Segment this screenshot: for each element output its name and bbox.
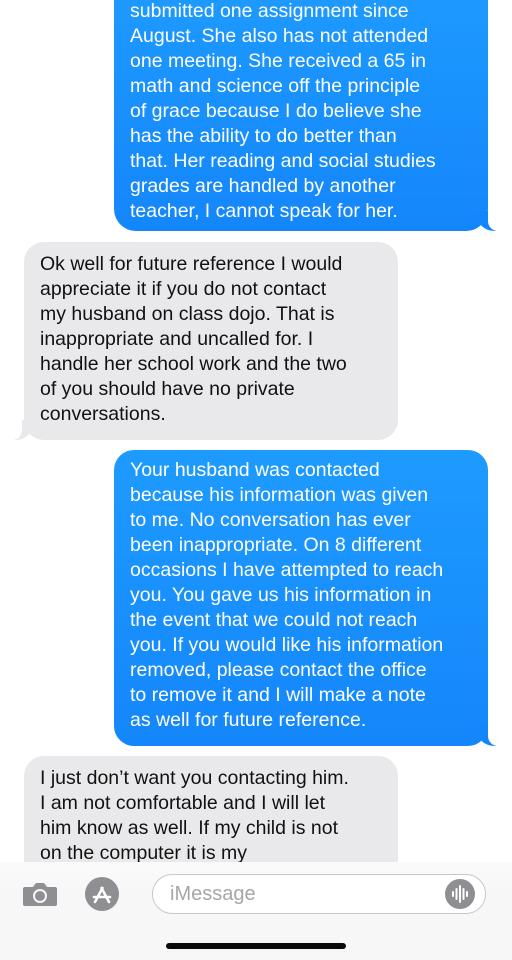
audio-waveform-icon (452, 885, 468, 903)
camera-button[interactable] (22, 880, 58, 908)
sent-bubble-tail (478, 209, 508, 231)
imessage-input[interactable]: iMessage (152, 874, 486, 914)
home-indicator[interactable] (166, 943, 346, 949)
app-store-button[interactable] (84, 876, 120, 912)
sent-message-bubble[interactable]: Your husband was contacted because his i… (114, 450, 488, 746)
camera-icon (23, 883, 57, 906)
message-thread: submitted one assignment since August. S… (0, 0, 512, 862)
app-store-icon (85, 877, 119, 911)
received-message-bubble[interactable]: I just don’t want you contacting him. I … (24, 756, 398, 862)
audio-message-button[interactable] (445, 879, 475, 909)
sent-bubble-tail (478, 724, 508, 746)
received-bubble-tail (2, 418, 32, 440)
sent-message-bubble[interactable]: submitted one assignment since August. S… (114, 0, 488, 231)
received-message-bubble[interactable]: Ok well for future reference I would app… (24, 242, 398, 440)
message-input-bar: iMessage (0, 862, 512, 960)
imessage-placeholder: iMessage (170, 883, 256, 905)
